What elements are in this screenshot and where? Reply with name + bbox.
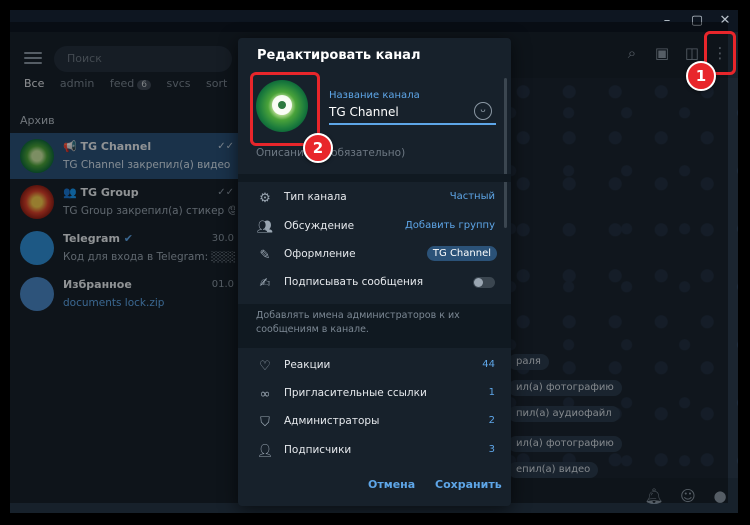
- row-label: Подписывать сообщения: [284, 276, 424, 288]
- reactions-row[interactable]: ♡ Реакции 44: [238, 352, 511, 381]
- emoji-icon[interactable]: ᴗ: [474, 102, 492, 120]
- row-value: 1: [488, 387, 495, 398]
- row-label: Пригласительные ссылки: [284, 387, 427, 399]
- row-label: Оформление: [284, 248, 356, 260]
- channel-name-label: Название канала: [329, 90, 420, 101]
- row-label: Тип канала: [284, 191, 347, 203]
- step-badge-1: 1: [686, 61, 716, 91]
- row-label: Подписчики: [284, 444, 352, 456]
- discussion-row[interactable]: 👥︎ Обсуждение Добавить группу: [238, 213, 511, 242]
- save-button[interactable]: Сохранить: [435, 478, 502, 491]
- heart-icon: ♡: [259, 359, 271, 374]
- row-label: Реакции: [284, 359, 331, 371]
- row-value: 3: [488, 444, 495, 455]
- appearance-icon: ✎: [259, 248, 271, 263]
- row-value: Добавить группу: [404, 220, 495, 231]
- sign-messages-toggle[interactable]: [473, 277, 495, 288]
- row-value: 2: [488, 415, 495, 426]
- channel-type-icon: ⚙: [259, 191, 271, 206]
- row-label: Администраторы: [284, 415, 380, 427]
- users-icon: 👤︎: [256, 444, 274, 459]
- link-icon: ∞: [259, 387, 271, 402]
- appearance-row[interactable]: ✎ Оформление TG Channel: [238, 241, 511, 270]
- row-value: 44: [482, 359, 495, 370]
- invite-links-row[interactable]: ∞ Пригласительные ссылки 1: [238, 380, 511, 409]
- subscribers-row[interactable]: 👤︎ Подписчики 3: [238, 437, 511, 466]
- section-divider: [238, 174, 511, 182]
- signature-icon: ✍: [259, 276, 271, 291]
- discussion-icon: 👥︎: [256, 220, 274, 235]
- input-underline: [329, 123, 496, 125]
- cancel-button[interactable]: Отмена: [368, 478, 415, 491]
- row-label: Обсуждение: [284, 220, 355, 232]
- step-badge-2: 2: [303, 133, 333, 163]
- appearance-badge: TG Channel: [426, 246, 497, 261]
- signature-note: Добавлять имена администраторов к их соо…: [238, 304, 511, 348]
- dialog-title: Редактировать канал: [257, 48, 421, 63]
- administrators-row[interactable]: ⛉ Администраторы 2: [238, 408, 511, 437]
- channel-name-input[interactable]: TG Channel: [329, 105, 399, 119]
- note-text: Добавлять имена администраторов к их соо…: [256, 310, 460, 335]
- row-value: Частный: [449, 191, 495, 202]
- sign-messages-row[interactable]: ✍ Подписывать сообщения: [238, 269, 511, 298]
- shield-icon: ⛉: [260, 415, 270, 430]
- channel-type-row[interactable]: ⚙ Тип канала Частный: [238, 184, 511, 213]
